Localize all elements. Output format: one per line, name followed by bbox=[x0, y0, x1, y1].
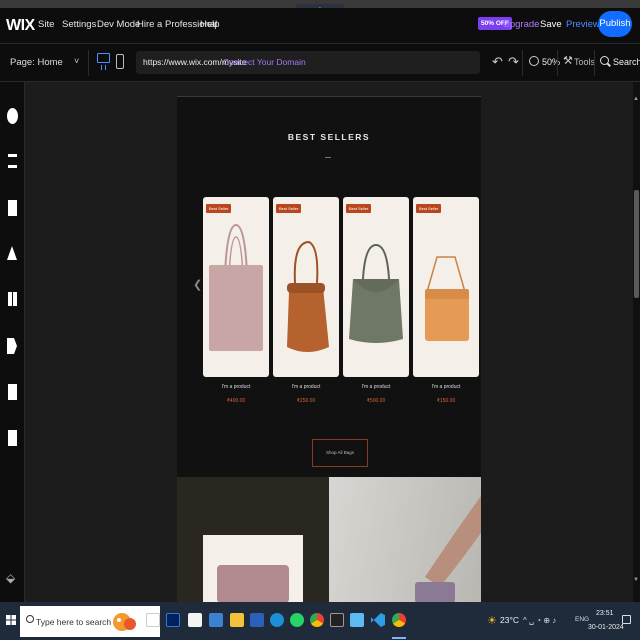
product-price: ₹400.00 bbox=[226, 398, 246, 404]
notepad-plus-icon[interactable] bbox=[350, 613, 364, 627]
search-icon bbox=[26, 615, 34, 623]
editor-top-bar: WIX Site Settings Dev Mode Hire a Profes… bbox=[0, 8, 640, 44]
word-icon[interactable] bbox=[250, 613, 264, 627]
save-button[interactable]: Save bbox=[540, 19, 562, 30]
url-bar[interactable]: https://www.wix.com/mysite Connect Your … bbox=[136, 51, 480, 74]
photoshop-icon[interactable] bbox=[166, 613, 180, 627]
product-price: ₹150.00 bbox=[436, 398, 456, 404]
product-name[interactable]: I'm a product bbox=[343, 384, 409, 390]
section-title: BEST SELLERS bbox=[287, 132, 371, 142]
add-section-icon[interactable] bbox=[8, 154, 17, 168]
notepad-icon[interactable] bbox=[188, 613, 202, 627]
menu-settings[interactable]: Settings bbox=[62, 19, 96, 30]
divider bbox=[594, 50, 595, 76]
zoom-icon[interactable] bbox=[529, 56, 539, 66]
language-indicator[interactable]: ENG bbox=[575, 616, 589, 623]
lower-bag-image bbox=[217, 565, 289, 602]
carousel-prev-icon[interactable]: ❮ bbox=[193, 278, 202, 291]
cms-icon[interactable] bbox=[8, 430, 17, 446]
mobile-view-icon[interactable] bbox=[116, 54, 124, 69]
tools-icon[interactable]: ⚒ bbox=[563, 54, 573, 67]
search-button[interactable]: Search bbox=[613, 57, 640, 67]
page-selector[interactable]: Page: Home bbox=[10, 57, 63, 68]
active-app-indicator bbox=[392, 637, 406, 639]
divider bbox=[88, 50, 89, 76]
desktop-view-icon[interactable] bbox=[97, 53, 110, 63]
divider bbox=[557, 50, 558, 76]
taskbar-search-input[interactable]: Type here to search bbox=[20, 606, 160, 637]
product-price: ₹250.00 bbox=[296, 398, 316, 404]
menu-help[interactable]: Help bbox=[200, 19, 220, 30]
clock-time[interactable]: 23:51 bbox=[596, 610, 614, 617]
crossbody-bag-image bbox=[425, 256, 469, 341]
product-name[interactable]: I'm a product bbox=[413, 384, 479, 390]
pen-app-icon[interactable] bbox=[209, 613, 223, 627]
product-card[interactable]: Best Seller bbox=[413, 197, 479, 377]
site-section-best-sellers[interactable]: BEST SELLERS ❮ Best Seller Best Seller B… bbox=[177, 96, 481, 602]
scroll-down-icon[interactable]: ▼ bbox=[633, 577, 639, 583]
whatsapp-icon[interactable] bbox=[290, 613, 304, 627]
wix-logo[interactable]: WIX bbox=[6, 17, 35, 35]
shoulder-bag-image bbox=[349, 243, 403, 343]
search-placeholder: Type here to search bbox=[36, 617, 112, 627]
product-name[interactable]: I'm a product bbox=[273, 384, 339, 390]
chrome-icon[interactable] bbox=[310, 613, 324, 627]
chevron-down-icon[interactable]: ˅ bbox=[74, 56, 79, 66]
windows-taskbar: Type here to search ☀ 23°C ^ ␣ ◔ ⊕ ♪ ENG… bbox=[0, 602, 640, 640]
weather-temp[interactable]: 23°C bbox=[500, 615, 519, 625]
preview-button[interactable]: Preview bbox=[566, 19, 600, 30]
editor-toolbar: Page: Home ˅ https://www.wix.com/mysite … bbox=[0, 44, 640, 82]
fish-bowl-icon bbox=[113, 613, 136, 631]
edge-icon[interactable] bbox=[270, 613, 284, 627]
product-card[interactable]: Best Seller bbox=[343, 197, 409, 377]
task-view-icon[interactable] bbox=[146, 613, 160, 627]
system-tray[interactable]: ^ ␣ ◔ ⊕ ♪ bbox=[523, 616, 556, 625]
scrollbar-thumb[interactable] bbox=[634, 190, 639, 298]
vscode-icon[interactable] bbox=[371, 613, 385, 627]
connect-domain-link[interactable]: Connect Your Domain bbox=[223, 57, 306, 67]
canvas-scrollbar[interactable] bbox=[633, 82, 640, 602]
weather-icon[interactable]: ☀ bbox=[487, 614, 497, 627]
windows-start-icon[interactable] bbox=[6, 615, 16, 625]
media-icon[interactable] bbox=[8, 384, 17, 400]
hand-with-bag-image bbox=[415, 496, 481, 602]
menu-site[interactable]: Site bbox=[38, 19, 54, 30]
apps-icon[interactable] bbox=[8, 292, 17, 306]
design-icon[interactable] bbox=[7, 246, 17, 260]
upgrade-link[interactable]: Upgrade bbox=[503, 19, 539, 30]
tools-button[interactable]: Tools bbox=[574, 57, 595, 67]
clock-date[interactable]: 30-01-2024 bbox=[588, 624, 624, 631]
terminal-icon[interactable] bbox=[330, 613, 344, 627]
product-price: ₹500.00 bbox=[366, 398, 386, 404]
search-icon-handle bbox=[607, 62, 611, 67]
title-divider bbox=[325, 157, 331, 158]
business-icon[interactable] bbox=[7, 338, 17, 354]
product-card[interactable]: Best Seller bbox=[273, 197, 339, 377]
left-sidebar bbox=[0, 82, 25, 602]
product-card[interactable]: Best Seller bbox=[203, 197, 269, 377]
menu-dev-mode[interactable]: Dev Mode bbox=[97, 19, 140, 30]
product-name[interactable]: I'm a product bbox=[203, 384, 269, 390]
redo-icon[interactable]: ↷ bbox=[508, 54, 519, 70]
file-explorer-icon[interactable] bbox=[230, 613, 244, 627]
publish-button[interactable]: Publish bbox=[598, 11, 632, 37]
notification-icon[interactable] bbox=[622, 615, 631, 624]
add-elements-icon[interactable] bbox=[7, 108, 18, 124]
tote-bag-image bbox=[209, 223, 263, 351]
layers-icon[interactable]: ⬙ bbox=[6, 571, 15, 585]
chrome-icon[interactable] bbox=[392, 613, 406, 627]
scroll-up-icon[interactable]: ▲ bbox=[633, 96, 639, 102]
shop-all-bags-button[interactable]: Shop All Bags bbox=[312, 439, 368, 467]
pages-icon[interactable] bbox=[8, 200, 17, 216]
undo-icon[interactable]: ↶ bbox=[492, 54, 503, 70]
desktop-stand-icon bbox=[101, 65, 106, 70]
bucket-bag-image bbox=[287, 240, 329, 352]
divider bbox=[522, 50, 523, 76]
